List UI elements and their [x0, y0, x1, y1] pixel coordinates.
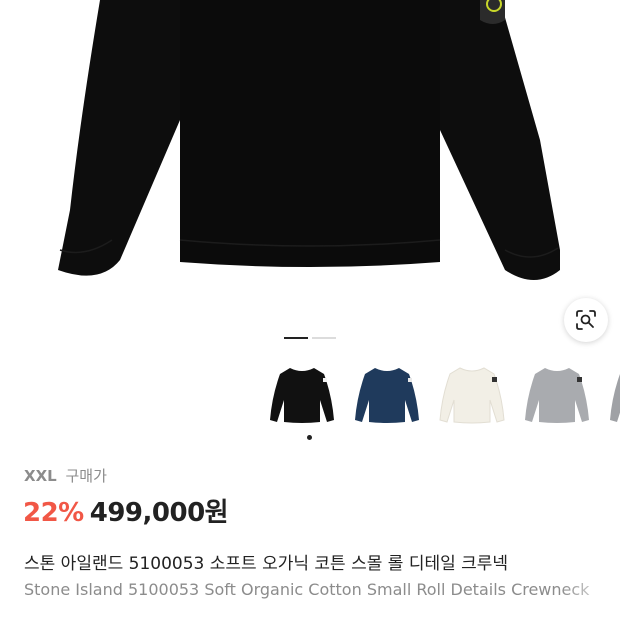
- product-hero-image[interactable]: [0, 0, 620, 330]
- price-row: 22% 499,000원: [23, 492, 229, 529]
- pager-indicator-1[interactable]: [284, 337, 308, 339]
- thumbnail-cream[interactable]: [438, 356, 506, 432]
- thumbnail-grey[interactable]: [523, 356, 591, 432]
- product-title-english-text: Stone Island 5100053 Soft Organic Cotton…: [24, 580, 590, 599]
- thumbnail-black[interactable]: [268, 356, 336, 432]
- price-type-label: 구매가: [65, 467, 107, 485]
- title-fade: [560, 580, 620, 599]
- title-fade: [580, 549, 620, 574]
- gallery-pager: [284, 337, 336, 341]
- color-variant-thumbnails: [268, 356, 620, 436]
- product-title-english: Stone Island 5100053 Soft Organic Cotton…: [24, 580, 620, 599]
- product-title-korean-text: 스톤 아일랜드 5100053 소프트 오가닉 코튼 스몰 롤 디테일 크루넥: [24, 554, 509, 574]
- selected-thumbnail-indicator: [307, 435, 312, 440]
- discount-rate: 22%: [23, 498, 84, 528]
- sweater-image: [58, 0, 560, 280]
- thumbnail-light-grey[interactable]: [608, 356, 620, 432]
- product-title-korean: 스톤 아일랜드 5100053 소프트 오가닉 코튼 스몰 롤 디테일 크루넥: [24, 549, 620, 574]
- size-price-type: XXL 구매가: [24, 465, 107, 486]
- pager-indicator-2[interactable]: [312, 337, 336, 339]
- price-value: 499,000원: [89, 498, 229, 528]
- lens-search-button[interactable]: [564, 298, 608, 342]
- lens-search-icon: [576, 310, 596, 330]
- size-label: XXL: [24, 467, 57, 485]
- thumbnail-navy[interactable]: [353, 356, 421, 432]
